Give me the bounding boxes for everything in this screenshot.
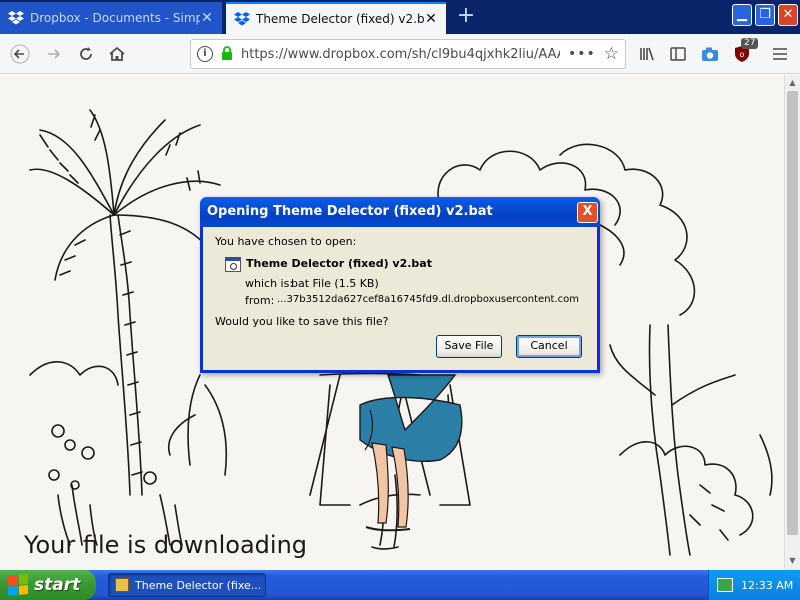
dialog-question: Would you like to save this file?	[215, 315, 389, 328]
sidebar-icon	[670, 47, 686, 61]
forward-button[interactable]	[40, 40, 68, 68]
dialog-close-button[interactable]: X	[577, 202, 598, 223]
page-actions-button[interactable]: •••	[568, 46, 596, 62]
file-download-dialog: Opening Theme Delector (fixed) v2.bat X …	[200, 197, 600, 373]
dialog-prompt: You have chosen to open:	[215, 235, 357, 248]
file-type-value: bat File (1.5 KB)	[291, 277, 379, 290]
dropbox-favicon-icon	[8, 10, 24, 26]
download-heading: Your file is downloading	[24, 531, 308, 559]
system-tray: 12:33 AM	[708, 570, 800, 600]
scrollbar-thumb[interactable]	[787, 91, 798, 535]
bookmark-star-icon[interactable]: ☆	[604, 44, 619, 64]
tab-close-icon[interactable]: ✕	[200, 10, 214, 26]
tab-close-icon[interactable]: ✕	[424, 11, 438, 27]
taskbar-item-download[interactable]: Theme Delector (fixe...	[108, 573, 266, 597]
taskbar: start Theme Delector (fixe... 12:33 AM	[0, 570, 800, 600]
reload-icon	[80, 47, 92, 60]
reload-button[interactable]	[72, 40, 100, 68]
url-text[interactable]: https://www.dropbox.com/sh/cl9bu4qjxhk2l…	[241, 47, 560, 62]
cancel-button[interactable]: Cancel	[516, 335, 582, 358]
navigation-toolbar: i https://www.dropbox.com/sh/cl9bu4qjxhk…	[0, 34, 800, 74]
windows-logo-icon	[8, 573, 28, 597]
window-close-button[interactable]: ✕	[778, 4, 798, 26]
sidebar-button[interactable]	[664, 40, 692, 68]
tab-theme-delector[interactable]: Theme Delector (fixed) v2.bat ✕	[226, 2, 446, 34]
home-button[interactable]	[103, 40, 131, 68]
file-source-label: from:	[245, 294, 275, 307]
tab-label: Dropbox - Documents - Simplify y	[30, 11, 200, 25]
lock-icon	[221, 45, 233, 63]
minimize-button[interactable]: ▁	[732, 4, 752, 26]
info-icon[interactable]: i	[197, 46, 213, 62]
maximize-button[interactable]: ❐	[755, 4, 775, 26]
safely-remove-hardware-icon[interactable]	[717, 578, 733, 592]
batch-file-icon	[225, 257, 241, 272]
vertical-scrollbar[interactable]: ▲ ▼	[784, 75, 800, 570]
browser-tab-strip: Dropbox - Documents - Simplify y ✕ Theme…	[0, 0, 800, 34]
dialog-title: Opening Theme Delector (fixed) v2.bat	[200, 197, 600, 227]
back-arrow-icon	[10, 44, 30, 64]
tab-dropbox-documents[interactable]: Dropbox - Documents - Simplify y ✕	[0, 2, 222, 34]
extension-badge-count: 27	[741, 38, 759, 49]
back-button[interactable]	[6, 40, 34, 68]
file-source-value: ...37b3512da627cef8a16745fd9.dl.dropboxu…	[277, 294, 580, 305]
forward-arrow-icon	[48, 49, 61, 59]
start-button[interactable]: start	[0, 570, 96, 600]
dialog-filename: Theme Delector (fixed) v2.bat	[246, 257, 432, 270]
new-tab-button[interactable]: +	[452, 3, 480, 31]
taskbar-item-label: Theme Delector (fixe...	[135, 578, 262, 592]
file-type-label: which is:	[245, 277, 294, 290]
library-icon	[640, 47, 654, 61]
scroll-down-icon[interactable]: ▼	[785, 553, 800, 569]
svg-text:o: o	[740, 50, 745, 59]
start-label: start	[34, 575, 81, 595]
home-icon	[109, 46, 125, 61]
dropbox-favicon-icon	[234, 11, 250, 27]
hamburger-menu-icon	[773, 48, 787, 60]
clock[interactable]: 12:33 AM	[741, 579, 793, 592]
menu-button[interactable]	[766, 40, 794, 68]
camera-icon	[702, 47, 718, 61]
scroll-up-icon[interactable]: ▲	[785, 75, 800, 91]
tab-label: Theme Delector (fixed) v2.bat	[256, 12, 424, 26]
save-file-button[interactable]: Save File	[436, 335, 502, 358]
firefox-task-icon	[115, 578, 129, 592]
url-bar[interactable]: i https://www.dropbox.com/sh/cl9bu4qjxhk…	[190, 39, 626, 69]
library-button[interactable]	[634, 40, 662, 68]
screenshot-extension-button[interactable]	[696, 40, 724, 68]
